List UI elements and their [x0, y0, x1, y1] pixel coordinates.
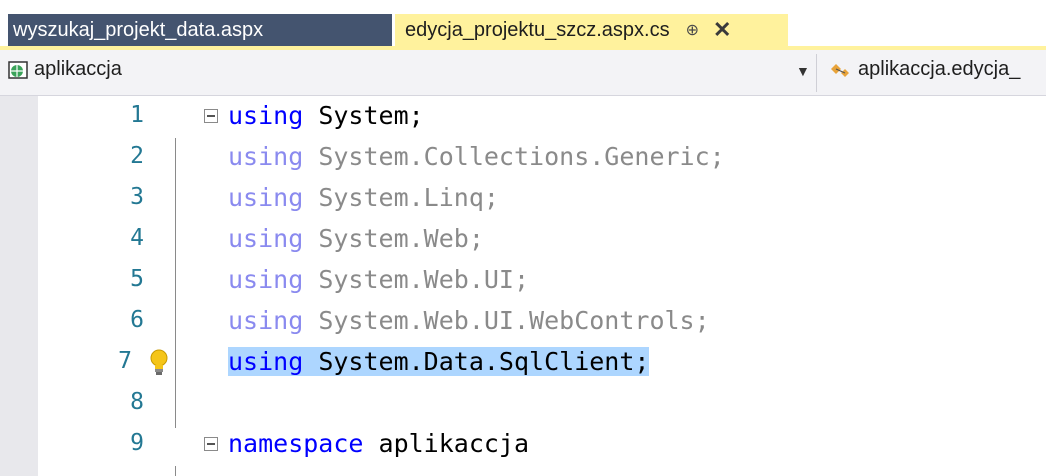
code-line[interactable]: 2 using System.Collections.Generic; [38, 139, 1046, 180]
code-text: using System.Web.UI.WebControls; [228, 306, 710, 335]
navbar-divider [816, 54, 817, 92]
code-text: using System.Linq; [228, 183, 499, 212]
code-editor[interactable]: 1 using System; 2 using System.Collectio… [0, 96, 1046, 476]
project-name: aplikaccja [34, 58, 122, 80]
pin-icon[interactable]: ⊕ [686, 20, 699, 40]
code-line[interactable]: 8 [38, 385, 1046, 426]
navigation-bar: aplikaccja ▼ aplikaccja.edycja_ [0, 50, 1046, 96]
line-number: 6 [130, 307, 144, 333]
code-line[interactable]: 6 using System.Web.UI.WebControls; [38, 303, 1046, 344]
code-line[interactable]: 7 using System.Data.SqlClient; [38, 344, 1046, 385]
outline-guide [175, 466, 176, 476]
tab-wyszukaj-projekt-data[interactable]: wyszukaj_projekt_data.aspx [8, 14, 392, 46]
code-line[interactable]: 3 using System.Linq; [38, 180, 1046, 221]
code-line[interactable]: 9 namespace aplikaccja [38, 426, 1046, 467]
code-text: using System; [228, 101, 424, 130]
code-line[interactable]: 4 using System.Web; [38, 221, 1046, 262]
line-number: 1 [130, 102, 144, 128]
tab-edycja-projektu-szcz[interactable]: edycja_projektu_szcz.aspx.cs ⊕ ✕ [395, 14, 788, 46]
type-dropdown[interactable]: aplikaccja.edycja_ [828, 58, 1020, 81]
code-line[interactable]: 5 using System.Web.UI; [38, 262, 1046, 303]
line-number: 2 [130, 143, 144, 169]
project-dropdown[interactable]: aplikaccja [8, 58, 122, 81]
code-text: namespace aplikaccja [228, 429, 530, 458]
code-text: using System.Collections.Generic; [228, 142, 725, 171]
tab-label: edycja_projektu_szcz.aspx.cs [405, 18, 670, 41]
lightbulb-icon[interactable] [148, 348, 170, 378]
line-number: 9 [130, 430, 144, 456]
close-icon[interactable]: ✕ [713, 17, 731, 43]
code-text: using System.Web.UI; [228, 265, 530, 294]
class-icon [828, 59, 854, 81]
csharp-project-icon [8, 59, 30, 81]
code-text: using System.Web; [228, 224, 484, 253]
collapse-icon[interactable] [204, 437, 218, 451]
line-number: 3 [130, 184, 144, 210]
line-number: 4 [130, 225, 144, 251]
line-number: 5 [130, 266, 144, 292]
line-number: 7 [118, 348, 132, 374]
code-text-selected: using System.Data.SqlClient; [228, 347, 650, 376]
collapse-icon[interactable] [204, 109, 218, 123]
document-tab-strip: wyszukaj_projekt_data.aspx edycja_projek… [0, 0, 1046, 46]
tab-label: wyszukaj_projekt_data.aspx [13, 18, 264, 41]
line-number: 8 [130, 389, 144, 415]
indicator-margin [0, 96, 38, 476]
chevron-down-icon[interactable]: ▼ [796, 63, 810, 79]
code-line[interactable]: 1 using System; [38, 98, 1046, 139]
type-name: aplikaccja.edycja_ [858, 58, 1021, 80]
